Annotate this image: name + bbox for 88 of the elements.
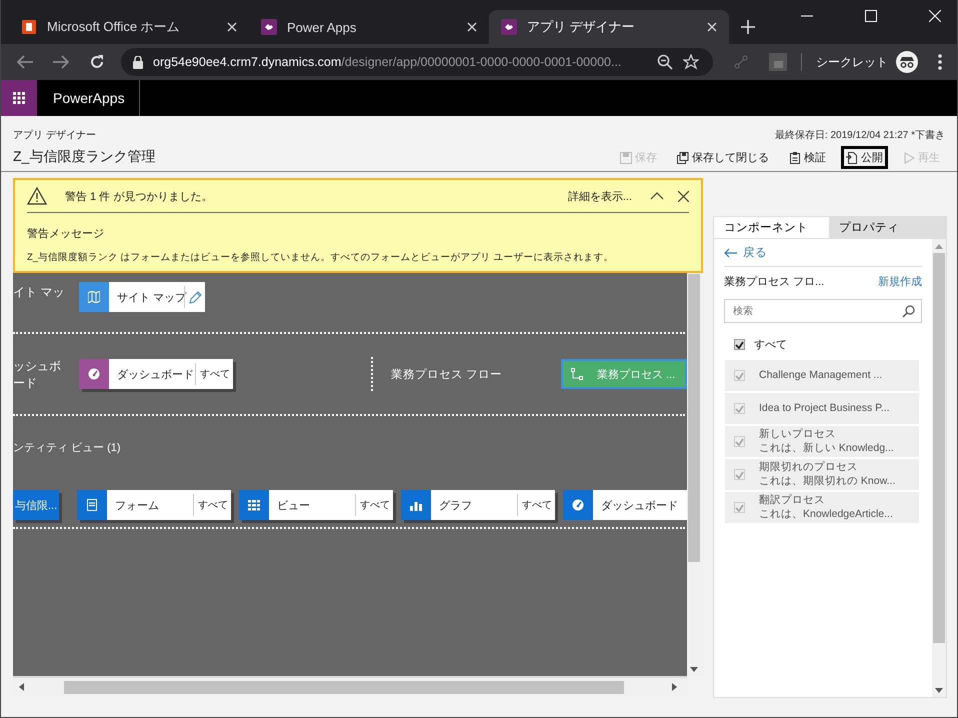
new-tab-icon[interactable] bbox=[741, 20, 755, 34]
search-field[interactable]: 検索 bbox=[724, 299, 922, 323]
item-description: これは、KnowledgeArticle... bbox=[759, 508, 893, 522]
section-label: ンティティ ビュー (1) bbox=[13, 441, 122, 455]
save-icon bbox=[677, 152, 689, 164]
warning-message: Z_与信限度額ランク はフォームまたはビューを参照していません。すべてのフォームとビューがアプリ ユーザーに表示されます。 bbox=[27, 251, 614, 264]
star-icon[interactable] bbox=[683, 54, 699, 70]
grid-icon bbox=[13, 92, 25, 104]
toolbar-button[interactable]: 公開 bbox=[841, 146, 888, 169]
form-icon bbox=[86, 499, 98, 511]
back-arrow-icon bbox=[724, 248, 737, 258]
browser-tab[interactable]: Microsoft Office ホーム bbox=[9, 10, 249, 44]
list-title: 業務プロセス フロ... bbox=[724, 274, 824, 289]
gauge-icon bbox=[88, 368, 100, 380]
address-bar[interactable]: org54e90ee4.crm7.dynamics.com/designer/app/00000001-0000-0000-0001-00000... bbox=[121, 48, 713, 76]
check-icon bbox=[735, 340, 744, 348]
page-title: Z_与信限度ランク管理 bbox=[13, 148, 156, 166]
map-icon bbox=[88, 291, 100, 303]
gauge-icon bbox=[572, 499, 584, 511]
flow-icon bbox=[571, 368, 583, 380]
details-link[interactable]: 詳細を表示... bbox=[568, 188, 632, 204]
checkbox[interactable] bbox=[734, 339, 745, 350]
powerapps-icon bbox=[501, 19, 517, 35]
maximize-icon[interactable] bbox=[865, 10, 877, 22]
item-title: Idea to Project Business P... bbox=[759, 402, 890, 416]
scrollbar[interactable] bbox=[932, 239, 946, 697]
left-arrow-icon[interactable] bbox=[19, 683, 24, 691]
section-label: ッシュボード bbox=[13, 358, 62, 392]
tile-label[interactable]: フォーム bbox=[107, 498, 193, 512]
search-icon[interactable] bbox=[902, 305, 915, 318]
reload-icon[interactable] bbox=[89, 54, 105, 70]
group-label: 業務プロセス フロー bbox=[391, 367, 502, 382]
collapse-icon[interactable] bbox=[650, 192, 664, 200]
item-description: これは、期限切れの Know... bbox=[759, 474, 896, 488]
back-link[interactable]: 戻る bbox=[724, 245, 922, 267]
tile-label[interactable]: ビュー bbox=[269, 498, 355, 512]
checkbox-label: すべて bbox=[754, 338, 787, 352]
url-text: org54e90ee4.crm7.dynamics.com/designer/app/00000001-0000-0000-0001-00000... bbox=[153, 55, 622, 69]
zoom-out-icon[interactable] bbox=[657, 54, 673, 70]
save-status: 最終保存日: 2019/12/04 21:27 *下書き bbox=[774, 128, 945, 142]
down-arrow-icon[interactable] bbox=[690, 667, 698, 672]
filter-label[interactable]: すべて bbox=[517, 494, 555, 516]
tile-label[interactable]: ダッシュボード bbox=[109, 366, 195, 382]
incognito-icon[interactable] bbox=[896, 51, 918, 73]
item-title: Challenge Management ... bbox=[759, 368, 882, 382]
down-arrow-icon[interactable] bbox=[935, 688, 943, 693]
tile-label[interactable]: グラフ bbox=[431, 498, 517, 512]
document-icon bbox=[846, 152, 858, 164]
right-arrow-icon[interactable] bbox=[672, 683, 677, 691]
powerapps-icon bbox=[261, 19, 277, 35]
warning-icon bbox=[27, 187, 47, 205]
app-launcher-button[interactable] bbox=[1, 80, 37, 116]
toolbar-button[interactable]: 保存して閉じる bbox=[672, 146, 774, 169]
filter-label[interactable]: すべて bbox=[195, 363, 233, 385]
filter-label[interactable]: すべて bbox=[355, 494, 393, 516]
incognito-label: シークレット bbox=[816, 54, 888, 70]
lock-icon bbox=[133, 56, 143, 68]
grid-icon bbox=[248, 499, 260, 511]
entity-tile[interactable]: 与信限... bbox=[13, 490, 59, 520]
browser-tab[interactable]: Power Apps bbox=[249, 10, 489, 44]
warning-heading: 警告メッセージ bbox=[27, 226, 105, 241]
new-link[interactable]: 新規作成 bbox=[878, 274, 922, 289]
check-icon bbox=[735, 438, 744, 446]
item-title: 期限切れのプロセス bbox=[759, 460, 859, 474]
panel-tab[interactable]: コンポーネント bbox=[714, 217, 829, 238]
filter-label[interactable]: すべて bbox=[193, 494, 231, 516]
clipboard-icon bbox=[789, 152, 801, 164]
check-icon bbox=[735, 404, 744, 412]
check-icon bbox=[735, 372, 744, 380]
item-description: これは、新しい Knowledg... bbox=[759, 442, 894, 456]
bar-chart-icon bbox=[410, 499, 422, 511]
menu-icon[interactable] bbox=[938, 54, 942, 70]
warning-summary: 警告 1 件 が見つかりました。 bbox=[65, 190, 214, 204]
item-title: 翻訳プロセス bbox=[759, 494, 826, 508]
back-arrow-icon[interactable] bbox=[17, 55, 33, 69]
page-subtitle: アプリ デザイナー bbox=[13, 128, 97, 142]
close-icon[interactable] bbox=[678, 190, 689, 202]
pencil-icon[interactable] bbox=[189, 290, 202, 304]
browser-tab[interactable]: アプリ デザイナー bbox=[489, 10, 729, 44]
toolbar-button[interactable]: 検証 bbox=[784, 146, 831, 169]
play-icon bbox=[903, 152, 915, 164]
item-title: 新しいプロセス bbox=[759, 428, 837, 442]
save-icon bbox=[620, 152, 632, 164]
check-icon bbox=[735, 470, 744, 478]
office-icon bbox=[21, 19, 37, 35]
section-label: イト マッ bbox=[13, 284, 66, 301]
forward-arrow-icon[interactable] bbox=[53, 55, 69, 69]
check-icon bbox=[735, 504, 744, 512]
